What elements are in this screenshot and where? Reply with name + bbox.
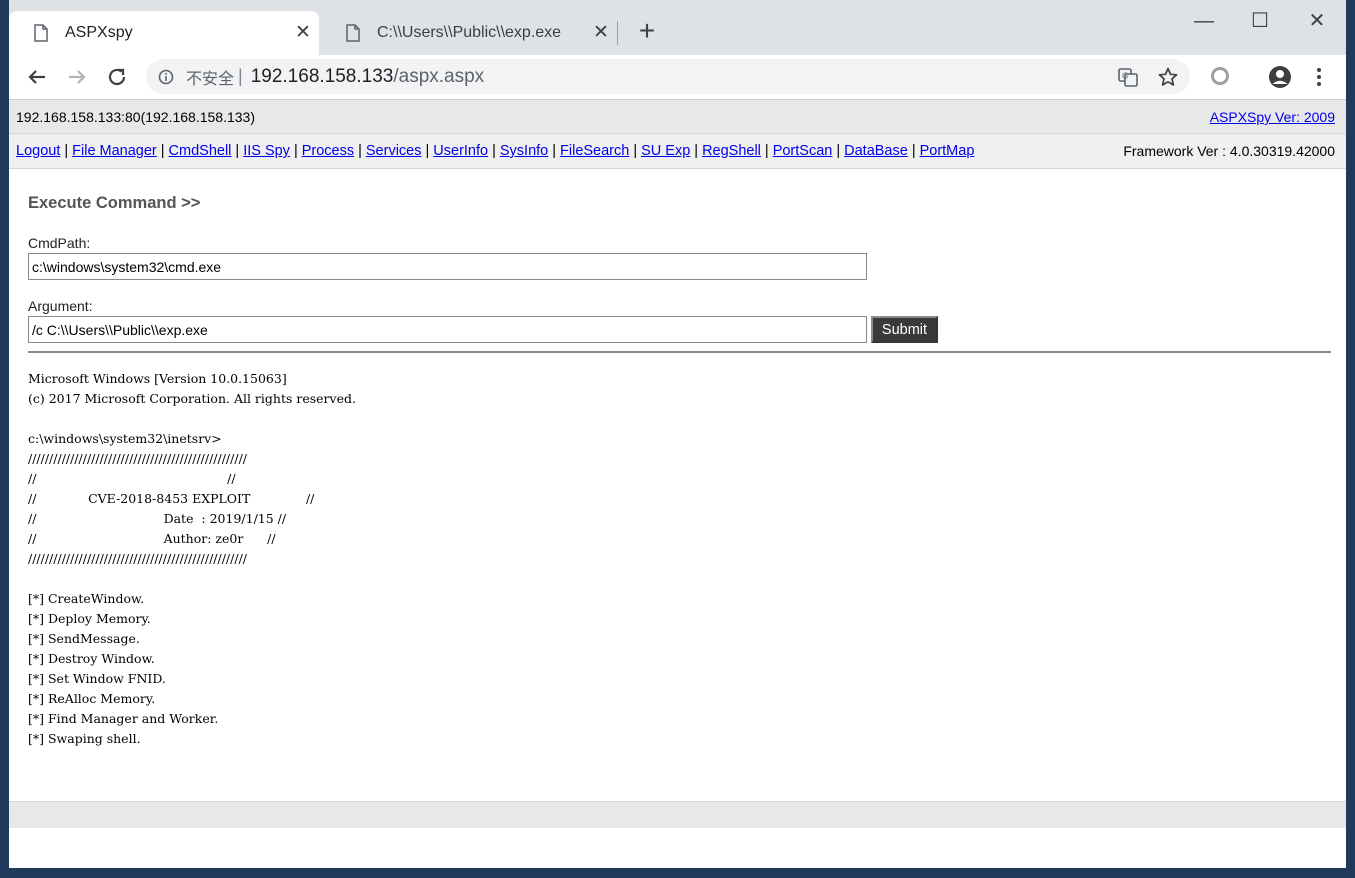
nav-link-sysinfo[interactable]: SysInfo: [500, 143, 548, 159]
version-link[interactable]: ASPXSpy Ver: 2009: [1210, 109, 1335, 125]
nav-separator: |: [764, 143, 769, 159]
back-arrow-icon[interactable]: [23, 63, 51, 91]
command-output: Microsoft Windows [Version 10.0.15063] (c…: [28, 369, 356, 749]
output-line: [*] Find Manager and Worker.: [28, 711, 219, 726]
nav-separator: |: [633, 143, 638, 159]
output-line: (c) 2017 Microsoft Corporation. All righ…: [28, 391, 356, 406]
output-line: [*] Swaping shell.: [28, 731, 141, 746]
url-host: 192.168.158.133: [250, 65, 394, 87]
tab-divider: [617, 21, 618, 45]
cmdpath-label: CmdPath:: [28, 235, 91, 251]
nav-header: Logout | File Manager | CmdShell | IIS Spy | Pro…: [9, 134, 1346, 169]
nav-separator: |: [64, 143, 69, 159]
browser-window: ASPXspy ✕ C:\\Users\\Public\\exp.exe ✕ +…: [9, 0, 1346, 868]
output-line: [*] SendMessage.: [28, 631, 140, 646]
output-line: [*] Set Window FNID.: [28, 671, 166, 686]
svg-text:G: G: [1122, 72, 1128, 81]
nav-separator: |: [160, 143, 165, 159]
minimize-icon[interactable]: —: [1189, 6, 1219, 36]
nav-link-cmdshell[interactable]: CmdShell: [169, 143, 232, 159]
host-header: 192.168.158.133:80(192.168.158.133) ASPX…: [9, 99, 1346, 134]
nav-link-regshell[interactable]: RegShell: [702, 143, 761, 159]
main-nav: Logout | File Manager | CmdShell | IIS Spy | Pro…: [16, 143, 974, 159]
output-line: Microsoft Windows [Version 10.0.15063]: [28, 371, 287, 386]
tab-title: C:\\Users\\Public\\exp.exe: [377, 24, 562, 41]
nav-separator: |: [293, 143, 298, 159]
star-icon[interactable]: [1157, 66, 1179, 88]
profile-avatar-icon[interactable]: [1268, 65, 1292, 89]
page-content: 192.168.158.133:80(192.168.158.133) ASPX…: [9, 99, 1346, 868]
new-tab-icon[interactable]: +: [633, 17, 661, 45]
nav-link-portmap[interactable]: PortMap: [920, 143, 975, 159]
forward-arrow-icon[interactable]: [63, 63, 91, 91]
close-icon[interactable]: ✕: [293, 23, 313, 43]
output-line: [*] CreateWindow.: [28, 591, 145, 606]
url-path: /aspx.aspx: [393, 65, 485, 87]
output-line: [*] ReAlloc Memory.: [28, 691, 156, 706]
tab-exp-exe[interactable]: C:\\Users\\Public\\exp.exe ✕: [321, 11, 617, 55]
nav-separator: |: [425, 143, 430, 159]
nav-link-userinfo[interactable]: UserInfo: [433, 143, 488, 159]
nav-link-portscan[interactable]: PortScan: [773, 143, 833, 159]
framework-version: Framework Ver : 4.0.30319.42000: [1123, 143, 1335, 159]
page-icon: [34, 24, 48, 42]
output-line: // //: [28, 471, 236, 486]
nav-separator: |: [911, 143, 916, 159]
output-line: c:\windows\system32\inetsrv>: [28, 431, 222, 446]
page-title: Execute Command >>: [28, 194, 201, 212]
close-icon[interactable]: ✕: [591, 23, 611, 43]
info-icon[interactable]: [158, 69, 174, 85]
nav-separator: |: [836, 143, 841, 159]
security-label: 不安全: [186, 70, 235, 88]
maximize-icon[interactable]: ☐: [1245, 6, 1275, 36]
nav-link-database[interactable]: DataBase: [844, 143, 908, 159]
page-icon: [346, 24, 360, 42]
browser-toolbar: 不安全 | 192.168.158.133/aspx.aspx G: [9, 55, 1346, 98]
nav-separator: |: [552, 143, 557, 159]
output-line: // Date : 2019/1/15 //: [28, 511, 287, 526]
nav-separator: |: [235, 143, 240, 159]
cmdpath-input[interactable]: [28, 253, 867, 280]
nav-link-su-exp[interactable]: SU Exp: [641, 143, 690, 159]
address-bar[interactable]: 不安全 | 192.168.158.133/aspx.aspx G: [146, 59, 1190, 94]
nav-separator: |: [492, 143, 496, 159]
nav-link-process[interactable]: Process: [302, 143, 354, 159]
tab-title: ASPXspy: [65, 24, 133, 41]
kebab-menu-icon[interactable]: [1307, 65, 1331, 89]
tab-aspxspy[interactable]: ASPXspy ✕: [9, 11, 319, 55]
argument-input[interactable]: [28, 316, 867, 343]
nav-link-iis-spy[interactable]: IIS Spy: [243, 143, 290, 159]
tab-strip: ASPXspy ✕ C:\\Users\\Public\\exp.exe ✕ +…: [9, 0, 1346, 55]
submit-button[interactable]: Submit: [871, 316, 938, 343]
output-line: // CVE-2018-8453 EXPLOIT //: [28, 491, 315, 506]
nav-link-filesearch[interactable]: FileSearch: [560, 143, 629, 159]
nav-separator: |: [358, 143, 362, 159]
output-line: ////////////////////////////////////////…: [28, 451, 247, 466]
output-line: [*] Destroy Window.: [28, 651, 155, 666]
nav-link-services[interactable]: Services: [366, 143, 422, 159]
output-line: [*] Deploy Memory.: [28, 611, 151, 626]
translate-icon[interactable]: G: [1117, 66, 1139, 88]
window-close-icon[interactable]: ✕: [1302, 6, 1332, 36]
argument-label: Argument:: [28, 298, 93, 314]
nav-link-file-manager[interactable]: File Manager: [72, 143, 157, 159]
extension-circle-icon[interactable]: [1209, 65, 1231, 87]
nav-link-logout[interactable]: Logout: [16, 143, 60, 159]
host-info: 192.168.158.133:80(192.168.158.133): [16, 109, 255, 125]
address-separator: |: [238, 66, 243, 86]
output-line: ////////////////////////////////////////…: [28, 551, 247, 566]
page-footer: [9, 801, 1346, 828]
divider: [28, 351, 1331, 353]
nav-separator: |: [694, 143, 699, 159]
reload-icon[interactable]: [103, 63, 131, 91]
output-line: // Author: ze0r //: [28, 531, 276, 546]
